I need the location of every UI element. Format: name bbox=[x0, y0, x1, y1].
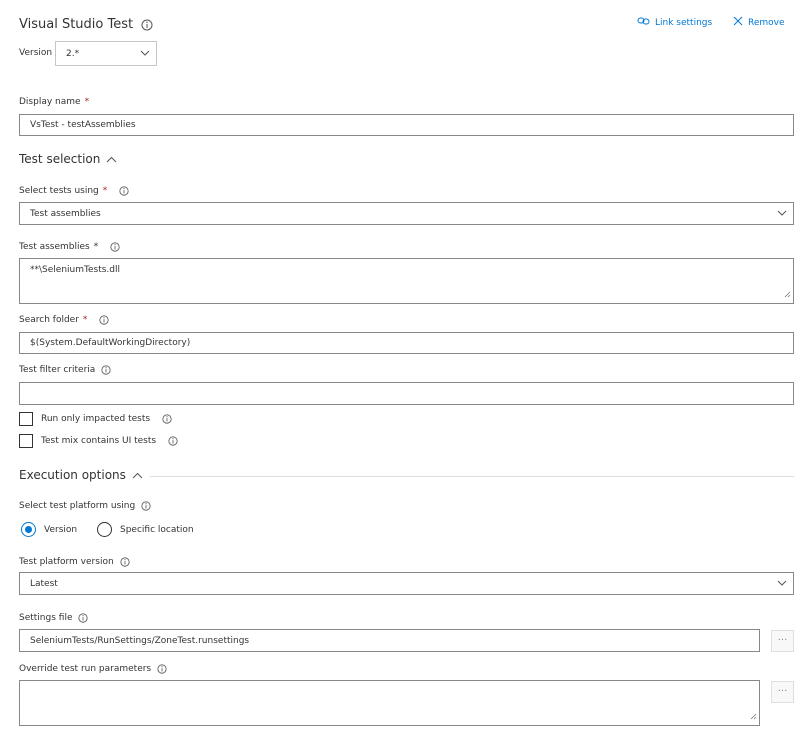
radio-specific-button[interactable] bbox=[97, 522, 112, 537]
search-folder-input[interactable]: $(System.DefaultWorkingDirectory) bbox=[19, 332, 794, 354]
version-value: 2.* bbox=[66, 48, 80, 59]
test-filter-label-text: Test filter criteria bbox=[19, 365, 96, 375]
run-only-impacted-label: Run only impacted tests bbox=[41, 414, 151, 424]
test-assemblies-label-text: Test assemblies bbox=[19, 242, 90, 252]
test-filter-label: Test filter criteria bbox=[19, 365, 111, 375]
display-name-label-text: Display name bbox=[19, 97, 81, 107]
run-only-impacted-row: Run only impacted tests bbox=[19, 412, 172, 426]
test-assemblies-label: Test assemblies * bbox=[19, 242, 120, 252]
test-selection-heading[interactable]: Test selection bbox=[19, 152, 117, 166]
platform-version-dropdown[interactable]: Latest bbox=[19, 572, 794, 595]
platform-version-label: Test platform version bbox=[19, 557, 130, 567]
chevron-down-icon bbox=[777, 579, 787, 589]
settings-file-label: Settings file bbox=[19, 613, 89, 623]
task-title: Visual Studio Test bbox=[19, 17, 153, 32]
close-icon bbox=[733, 16, 743, 29]
ui-tests-label: Test mix contains UI tests bbox=[41, 436, 157, 446]
required-marker: * bbox=[93, 242, 99, 252]
resize-grip-icon[interactable] bbox=[784, 291, 791, 301]
version-label: Version bbox=[19, 48, 53, 58]
info-icon[interactable] bbox=[99, 315, 109, 325]
execution-options-heading[interactable]: Execution options bbox=[19, 468, 143, 482]
platform-using-label: Select test platform using bbox=[19, 501, 151, 511]
chevron-down-icon bbox=[140, 49, 150, 59]
settings-file-input[interactable]: SeleniumTests/RunSettings/ZoneTest.runse… bbox=[19, 629, 760, 652]
settings-file-label-text: Settings file bbox=[19, 613, 73, 623]
display-name-input[interactable]: VsTest - testAssemblies bbox=[19, 114, 794, 136]
platform-using-label-text: Select test platform using bbox=[19, 501, 136, 511]
remove-label: Remove bbox=[748, 17, 785, 28]
chevron-down-icon bbox=[777, 209, 787, 219]
info-icon[interactable] bbox=[162, 414, 172, 424]
display-name-value: VsTest - testAssemblies bbox=[30, 120, 136, 130]
override-params-browse-button[interactable]: ··· bbox=[771, 681, 794, 703]
task-editor: Visual Studio Test Link settings Remove … bbox=[0, 0, 800, 739]
display-name-label: Display name * bbox=[19, 97, 89, 107]
info-icon[interactable] bbox=[101, 365, 111, 375]
execution-options-heading-text: Execution options bbox=[19, 468, 126, 482]
search-folder-value: $(System.DefaultWorkingDirectory) bbox=[30, 338, 191, 348]
required-marker: * bbox=[82, 315, 88, 325]
radio-specific-label: Specific location bbox=[120, 524, 194, 535]
search-folder-label: Search folder * bbox=[19, 315, 109, 325]
version-select[interactable]: 2.* bbox=[55, 41, 157, 66]
info-icon[interactable] bbox=[120, 557, 130, 567]
chevron-up-icon bbox=[132, 468, 143, 482]
test-selection-heading-text: Test selection bbox=[19, 152, 101, 166]
ui-tests-row: Test mix contains UI tests bbox=[19, 434, 178, 448]
select-tests-using-label: Select tests using * bbox=[19, 186, 129, 196]
info-icon[interactable] bbox=[119, 186, 129, 196]
info-icon[interactable] bbox=[141, 19, 153, 31]
task-title-text: Visual Studio Test bbox=[19, 17, 134, 32]
radio-version-option[interactable]: Version bbox=[21, 522, 77, 537]
override-params-textarea[interactable] bbox=[19, 680, 760, 726]
test-assemblies-textarea[interactable]: **\SeleniumTests.dll bbox=[19, 258, 794, 304]
platform-version-label-text: Test platform version bbox=[19, 557, 114, 567]
info-icon[interactable] bbox=[110, 242, 120, 252]
section-divider bbox=[150, 476, 794, 477]
select-tests-using-value: Test assemblies bbox=[30, 208, 101, 219]
test-assemblies-value: **\SeleniumTests.dll bbox=[30, 265, 120, 275]
run-only-impacted-checkbox[interactable] bbox=[19, 412, 33, 426]
required-marker: * bbox=[84, 97, 90, 107]
link-icon bbox=[637, 16, 650, 29]
search-folder-label-text: Search folder bbox=[19, 315, 79, 325]
link-settings-button[interactable]: Link settings bbox=[637, 16, 712, 29]
settings-file-browse-button[interactable]: ··· bbox=[771, 630, 794, 652]
info-icon[interactable] bbox=[168, 436, 178, 446]
ui-tests-checkbox[interactable] bbox=[19, 434, 33, 448]
settings-file-value: SeleniumTests/RunSettings/ZoneTest.runse… bbox=[30, 635, 250, 646]
select-tests-using-label-text: Select tests using bbox=[19, 186, 99, 196]
link-settings-label: Link settings bbox=[655, 17, 713, 28]
remove-button[interactable]: Remove bbox=[733, 16, 785, 29]
platform-version-value: Latest bbox=[30, 578, 58, 589]
required-marker: * bbox=[102, 186, 108, 196]
info-icon[interactable] bbox=[157, 664, 167, 674]
info-icon[interactable] bbox=[78, 613, 89, 623]
radio-specific-option[interactable]: Specific location bbox=[97, 522, 194, 537]
chevron-up-icon bbox=[106, 152, 117, 166]
test-filter-input[interactable] bbox=[19, 382, 794, 405]
radio-version-button[interactable] bbox=[21, 522, 36, 537]
select-tests-using-dropdown[interactable]: Test assemblies bbox=[19, 202, 794, 225]
radio-version-label: Version bbox=[44, 524, 78, 535]
info-icon[interactable] bbox=[141, 501, 151, 511]
override-params-label: Override test run parameters bbox=[19, 664, 167, 674]
override-params-label-text: Override test run parameters bbox=[19, 664, 152, 674]
resize-grip-icon[interactable] bbox=[750, 713, 757, 723]
